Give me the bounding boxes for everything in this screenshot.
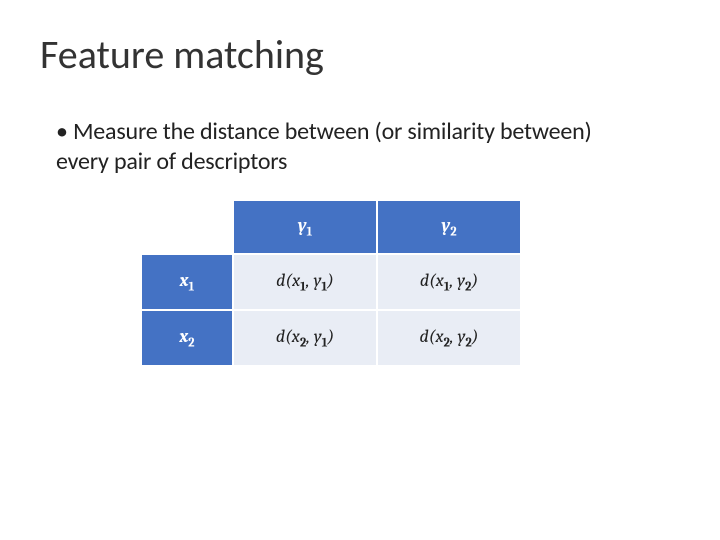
distance-table: y1 y2 x1 d(x1, y1) d(x1, y2) x2 d(x2, y1… (140, 199, 680, 367)
bullet-text: Measure the distance between (or similar… (56, 117, 616, 177)
row-header-x2: x2 (141, 310, 233, 366)
col-header-y1: y1 (233, 200, 377, 254)
col-header-y2: y2 (377, 200, 521, 254)
slide-title: Feature matching (40, 30, 680, 79)
cell-x1-y2: d(x1, y2) (377, 254, 521, 310)
cell-x2-y1: d(x2, y1) (233, 310, 377, 366)
row-header-x1: x1 (141, 254, 233, 310)
cell-x1-y1: d(x1, y1) (233, 254, 377, 310)
cell-x2-y2: d(x2, y2) (377, 310, 521, 366)
table-corner (141, 200, 233, 254)
